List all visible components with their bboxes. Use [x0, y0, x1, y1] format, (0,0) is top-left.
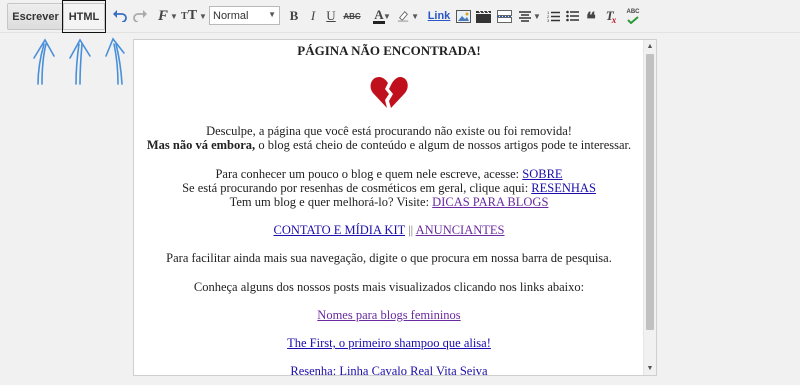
- reviews-line: Se está procurando por resenhas de cosmé…: [134, 181, 644, 195]
- page-title: PÁGINA NÃO ENCONTRADA!: [297, 43, 481, 58]
- underline-icon[interactable]: U: [325, 6, 337, 26]
- compose-mode-button[interactable]: Escrever: [7, 3, 64, 30]
- quote-icon[interactable]: ❝: [584, 6, 598, 29]
- post-editor[interactable]: PÁGINA NÃO ENCONTRADA! Desculpe, a págin…: [133, 39, 657, 376]
- stay-message-bold: Mas não vá embora,: [146, 138, 256, 153]
- tips-text: Tem um blog e quer melhorá-lo? Visite:: [229, 195, 433, 210]
- arrow-right: [113, 43, 119, 85]
- alignment-icon[interactable]: ▼: [519, 6, 541, 26]
- popular-posts-hint: Conheça alguns dos nossos posts mais vis…: [193, 279, 585, 294]
- not-found-message: Desculpe, a página que você está procura…: [206, 124, 572, 139]
- image-icon[interactable]: [455, 6, 471, 26]
- jump-break-icon[interactable]: [496, 6, 512, 26]
- about-line: Para conhecer um pouco o blog e quem nel…: [134, 167, 644, 181]
- video-icon[interactable]: [475, 6, 491, 26]
- separator: ||: [405, 223, 416, 238]
- chevron-down-icon: ▼: [268, 10, 276, 19]
- undo-icon[interactable]: [112, 6, 128, 26]
- editor-toolbar: Escrever HTML F ▼ T T ▼ Normal ▼ B I U ABC …: [0, 0, 800, 33]
- bold-icon[interactable]: B: [288, 6, 300, 26]
- scroll-down-icon[interactable]: ▼: [644, 362, 656, 375]
- contact-line: CONTATO E MÍDIA KIT || ANUNCIANTES: [134, 223, 644, 237]
- stay-message: Mas não vá embora, o blog está cheio de …: [134, 138, 644, 152]
- html-mode-button[interactable]: HTML: [63, 3, 105, 30]
- format-select-value: Normal: [213, 9, 249, 22]
- clear-formatting-icon[interactable]: Tx: [604, 6, 618, 26]
- svg-text:3: 3: [547, 18, 550, 22]
- scrollbar-thumb[interactable]: [646, 54, 654, 330]
- advertisers-link[interactable]: ANUNCIANTES: [416, 223, 505, 237]
- tips-line: Tem um blog e quer melhorá-lo? Visite: D…: [134, 195, 644, 209]
- font-family-icon[interactable]: F ▼: [157, 6, 179, 26]
- tips-link[interactable]: DICAS PARA BLOGS: [432, 195, 548, 209]
- popular-post-link-2[interactable]: The First, o primeiro shampoo que alisa!: [287, 336, 491, 350]
- popular-post-link-3[interactable]: Resenha: Linha Cavalo Real Vita Seiva: [290, 364, 487, 375]
- stay-message-rest: o blog está cheio de conteúdo e algum de…: [255, 138, 632, 153]
- reviews-text: Se está procurando por resenhas de cosmé…: [182, 180, 532, 195]
- about-link[interactable]: SOBRE: [522, 167, 562, 181]
- about-text: Para conhecer um pouco o blog e quem nel…: [215, 166, 523, 181]
- numbered-list-icon[interactable]: 123: [546, 6, 560, 26]
- font-size-icon[interactable]: T T ▼: [181, 6, 207, 26]
- spellcheck-icon[interactable]: ABC: [625, 6, 641, 26]
- link-button[interactable]: Link: [428, 6, 451, 26]
- reviews-link[interactable]: RESENHAS: [531, 181, 596, 195]
- search-hint: Para facilitar ainda mais sua navegação,…: [166, 251, 612, 266]
- arrow-middle: [75, 43, 80, 85]
- redo-icon[interactable]: [132, 6, 148, 26]
- editor-content[interactable]: PÁGINA NÃO ENCONTRADA! Desculpe, a págin…: [134, 40, 644, 375]
- strikethrough-icon[interactable]: ABC: [343, 6, 360, 26]
- italic-icon[interactable]: I: [307, 6, 319, 26]
- paragraph-format-select[interactable]: Normal ▼: [209, 6, 280, 25]
- highlight-color-icon[interactable]: ▼: [397, 6, 419, 26]
- bulleted-list-icon[interactable]: [565, 6, 579, 26]
- arrow-left: [37, 43, 45, 85]
- contact-link[interactable]: CONTATO E MÍDIA KIT: [274, 223, 406, 237]
- broken-heart-icon: [134, 74, 644, 114]
- editor-scrollbar[interactable]: ▲ ▼: [643, 40, 656, 375]
- popular-post-link-1[interactable]: Nomes para blogs femininos: [317, 308, 460, 322]
- chevron-down-icon[interactable]: ▼: [382, 6, 391, 26]
- scroll-up-icon[interactable]: ▲: [644, 40, 656, 53]
